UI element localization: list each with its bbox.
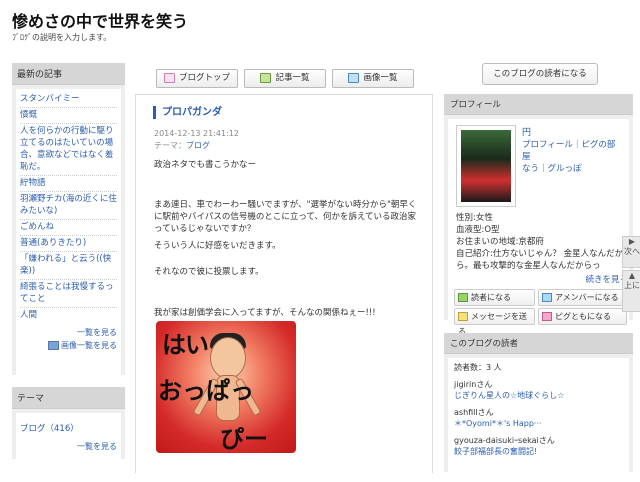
profile-blood: 血液型:O型 bbox=[456, 225, 500, 235]
article-title[interactable]: プロパガンダ bbox=[153, 106, 222, 119]
article-list-button[interactable]: 記事一覧 bbox=[244, 69, 326, 88]
article-link[interactable]: 紵物語 bbox=[20, 176, 117, 192]
latest-articles-box: 最新の記事 スタンバイミー 憤慨 人を何らかの行動に駆り立てるのはたいていの場合… bbox=[12, 63, 125, 377]
reader-blog-link[interactable]: ＊*Oyomi*＊'s Happ··· bbox=[454, 418, 623, 429]
chevron-right-icon: ▶ bbox=[628, 237, 636, 246]
readers-box: このブログの読者 読者数：3 人 jigirinさん じぎりん星人の☆地球ぐらし… bbox=[444, 333, 633, 482]
image-list-button[interactable]: 画像一覧 bbox=[332, 69, 414, 88]
blog-top-button[interactable]: ブログトップ bbox=[156, 69, 238, 88]
profile-body: 円 プロフィール｜ピグの部屋 なう｜グルっぽ 性別:女性 血液型:O型 お住まい… bbox=[448, 119, 629, 336]
sticker-text: はい bbox=[162, 331, 209, 359]
reader-item: gyouza-daisukiｰsekaiさん 餃子部福部長の奮闘記! bbox=[454, 435, 623, 457]
article-link[interactable]: ごめんね bbox=[20, 220, 117, 236]
profile-links-2[interactable]: なう｜グルっぽ bbox=[522, 163, 620, 175]
theme-link[interactable]: ブログ（416） bbox=[20, 422, 117, 437]
article-datetime: 2014-12-13 21:41:12 bbox=[154, 129, 239, 138]
image-icon bbox=[348, 72, 360, 83]
pigg-friend-button[interactable]: ピグともになる bbox=[538, 308, 627, 325]
reader-count: 読者数：3 人 bbox=[454, 363, 502, 372]
next-tab[interactable]: ▶ 次へ bbox=[622, 236, 640, 268]
article-link[interactable]: 「嫌われる」と云う((快楽)) bbox=[20, 252, 117, 280]
article-paragraph: 政治ネタでも書こうかなー bbox=[154, 160, 257, 170]
profile-box: プロフィール 円 プロフィール｜ピグの部屋 なう｜グルっぽ 性別:女性 血液型:… bbox=[444, 94, 633, 336]
article-paragraph: そういう人に好感をいだきます。 bbox=[154, 241, 281, 251]
latest-articles-header: 最新の記事 bbox=[12, 63, 125, 85]
readers-header: このブログの読者 bbox=[444, 333, 633, 354]
reader-icon bbox=[458, 293, 468, 302]
profile-links[interactable]: プロフィール｜ピグの部屋 bbox=[522, 139, 620, 163]
profile-more-link[interactable]: 続きを見る bbox=[456, 275, 628, 287]
reader-name[interactable]: jigirinさん bbox=[454, 379, 623, 390]
article-link[interactable]: 人を何らかの行動に駆り立てるのはたいていの場合、意欲などではなく羞恥だ。 bbox=[20, 124, 117, 176]
message-icon bbox=[458, 312, 468, 321]
article-link[interactable]: 憤慨 bbox=[20, 108, 117, 124]
image-list-icon bbox=[48, 341, 59, 350]
article-link[interactable]: 普通(ありきたり) bbox=[20, 236, 117, 252]
amember-button[interactable]: アメンバーになる bbox=[538, 289, 627, 306]
readers-list: 読者数：3 人 jigirinさん じぎりん星人の☆地球ぐらし☆ ashfill… bbox=[448, 358, 629, 482]
article-link[interactable]: 綺張ることは我慢するってこと bbox=[20, 280, 117, 308]
profile-intro: 自己紹介:仕方ないじゃん？ 金星人なんだから。最も攻撃的な金星人なんだからっ bbox=[456, 249, 624, 271]
profile-sex: 性別:女性 bbox=[456, 213, 493, 223]
reader-name[interactable]: gyouza-daisukiｰsekaiさん bbox=[454, 435, 623, 446]
reader-name[interactable]: ashfillさん bbox=[454, 407, 623, 418]
become-reader-button[interactable]: このブログの読者になる bbox=[482, 63, 598, 85]
profile-name[interactable]: 円 bbox=[522, 125, 531, 138]
reader-blog-link[interactable]: じぎりん星人の☆地球ぐらし☆ bbox=[454, 390, 623, 401]
chevron-up-icon: ▲ bbox=[628, 271, 636, 280]
sticker-text: ぴー bbox=[220, 425, 268, 453]
blog-title[interactable]: 惨めさの中で世界を笑う bbox=[12, 8, 188, 32]
home-icon bbox=[163, 72, 175, 83]
theme-header: テーマ bbox=[12, 387, 125, 409]
blog-description: ﾌﾞﾛｸﾞの説明を入力します。 bbox=[12, 33, 112, 42]
article-link[interactable]: スタンバイミー bbox=[20, 92, 117, 108]
send-message-button[interactable]: メッセージを送る bbox=[454, 308, 535, 336]
see-all-link[interactable]: 一覧を見る bbox=[20, 327, 117, 338]
amember-icon bbox=[542, 293, 552, 302]
become-reader-profile-button[interactable]: 読者になる bbox=[454, 289, 535, 306]
theme-see-all-link[interactable]: 一覧を見る bbox=[20, 441, 117, 452]
article-paragraph: まあ連日、車でわーわー騒いでますが、"選挙がない時分から"朝早くに駅前やバイパス… bbox=[154, 200, 417, 234]
article: プロパガンダ 2014-12-13 21:41:12 テーマ：ブログ 政治ネタで… bbox=[135, 94, 433, 473]
list-icon bbox=[260, 72, 272, 83]
see-images-link[interactable]: 画像一覧を見る bbox=[20, 340, 117, 351]
profile-avatar[interactable] bbox=[456, 125, 516, 207]
article-paragraph: 我が家は創価学会に入ってますが、そんなの関係ねぇー!!! bbox=[154, 308, 376, 318]
theme-box: テーマ ブログ（416） 一覧を見る bbox=[12, 387, 125, 461]
profile-location: お住まいの地域:京都府 bbox=[456, 237, 544, 247]
article-theme-link[interactable]: ブログ bbox=[186, 141, 210, 150]
profile-header: プロフィール bbox=[444, 94, 633, 115]
theme-list: ブログ（416） 一覧を見る bbox=[16, 413, 121, 461]
pigg-icon bbox=[542, 312, 552, 321]
article-link[interactable]: 羽瀬野チカ(海の近くに住みたいな) bbox=[20, 192, 117, 220]
article-link[interactable]: 人間 bbox=[20, 308, 117, 323]
reader-blog-link[interactable]: 餃子部福部長の奮闘記! bbox=[454, 446, 623, 457]
latest-articles-list: スタンバイミー 憤慨 人を何らかの行動に駆り立てるのはたいていの場合、意欲などで… bbox=[16, 89, 121, 377]
article-paragraph: それなので彼に投票します。 bbox=[154, 267, 264, 277]
scroll-top-tab[interactable]: ▲ 上に bbox=[622, 270, 640, 312]
sticker-text: おっぱっ bbox=[158, 377, 254, 405]
reader-item: jigirinさん じぎりん星人の☆地球ぐらし☆ bbox=[454, 379, 623, 401]
sticker-image: はい おっぱっ ぴー bbox=[156, 321, 296, 453]
avatar bbox=[461, 130, 511, 202]
reader-item: ashfillさん ＊*Oyomi*＊'s Happ··· bbox=[454, 407, 623, 429]
article-theme: テーマ：ブログ bbox=[154, 141, 210, 150]
